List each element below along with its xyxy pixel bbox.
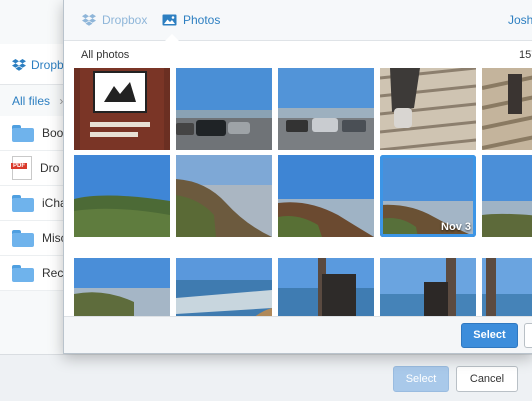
list-item-label: Dro <box>40 161 60 175</box>
photo-thumbnail[interactable] <box>74 68 170 150</box>
tab-bar: Dropbox Photos Joshu <box>64 0 532 41</box>
photos-subheader: All photos 157 <box>64 41 532 68</box>
tab-dropbox[interactable]: Dropbox <box>82 13 147 27</box>
lookout-photo <box>482 258 532 316</box>
photo-thumbnail[interactable] <box>380 68 476 150</box>
coast-photo <box>74 258 170 316</box>
pdf-badge: PDF <box>11 163 27 169</box>
dropbox-icon <box>12 59 26 71</box>
list-item-label: Rec <box>42 266 64 280</box>
pdf-icon: PDF <box>11 156 32 180</box>
folder-icon <box>12 194 34 212</box>
photo-thumbnail[interactable] <box>74 258 170 316</box>
background-select-button[interactable]: Select <box>393 366 449 392</box>
boardwalk-feet-photo <box>380 68 476 150</box>
folder-icon <box>12 229 34 247</box>
photo-thumbnail[interactable] <box>278 68 374 150</box>
background-logo: Dropbo <box>12 58 70 72</box>
coast-cliff-photo <box>278 155 374 237</box>
photo-thumbnail[interactable] <box>176 155 272 237</box>
photo-thumbnail[interactable] <box>380 258 476 316</box>
select-button[interactable]: Select <box>461 323 518 348</box>
photo-thumbnail[interactable] <box>482 258 532 316</box>
lookout-photo <box>278 258 374 316</box>
cancel-button[interactable] <box>524 323 532 348</box>
folder-icon <box>12 124 34 142</box>
tab-dropbox-label: Dropbox <box>102 13 148 27</box>
breadcrumb[interactable]: All files › <box>12 94 63 108</box>
list-item-label: Boo <box>42 126 64 140</box>
boardwalk-photo <box>482 68 532 150</box>
photo-thumbnail[interactable] <box>176 68 272 150</box>
breadcrumb-all-files[interactable]: All files <box>12 94 50 108</box>
photo-thumbnail[interactable] <box>176 258 272 316</box>
photo-grid: Nov 3 <box>74 68 532 316</box>
ocean-beach-photo <box>176 258 272 316</box>
photo-icon <box>162 14 177 26</box>
background-footer <box>0 354 532 401</box>
coast-cliff-photo <box>176 155 272 237</box>
parking-lot-photo <box>176 68 272 150</box>
photo-date-badge: Nov 3 <box>441 221 471 233</box>
user-name[interactable]: Joshu <box>508 13 532 27</box>
folder-icon <box>12 264 34 282</box>
tab-photos[interactable]: Photos <box>162 13 220 27</box>
dialog-footer: Select <box>64 316 532 353</box>
photo-thumbnail[interactable] <box>74 155 170 237</box>
coast-hill-photo <box>74 155 170 237</box>
photo-thumbnail[interactable] <box>482 155 532 237</box>
photo-thumbnail[interactable] <box>278 258 374 316</box>
sign-photo <box>74 68 170 150</box>
photo-thumbnail[interactable] <box>278 155 374 237</box>
photo-chooser-dialog: Dropbox Photos Joshu All photos 157 <box>63 0 532 354</box>
tab-photos-label: Photos <box>183 13 221 27</box>
lookout-photo <box>380 258 476 316</box>
photo-count: 157 <box>519 49 532 61</box>
active-tab-indicator <box>165 34 179 41</box>
parking-lot-photo <box>278 68 374 150</box>
photo-thumbnail-selected[interactable]: Nov 3 <box>380 155 476 237</box>
coast-photo <box>482 155 532 237</box>
all-photos-label: All photos <box>81 49 130 61</box>
cancel-button[interactable]: Cancel <box>456 366 518 392</box>
dropbox-icon <box>82 14 96 26</box>
photo-thumbnail[interactable] <box>482 68 532 150</box>
